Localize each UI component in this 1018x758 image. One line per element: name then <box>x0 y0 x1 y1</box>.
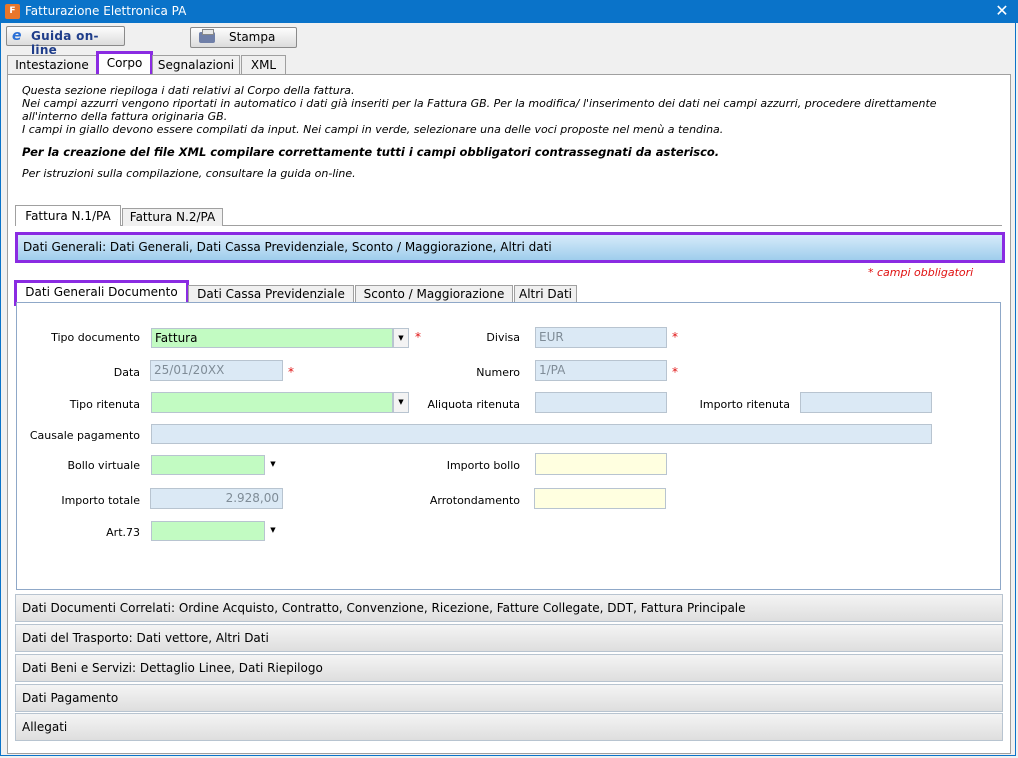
tab-dati-cassa-previdenziale[interactable]: Dati Cassa Previdenziale <box>188 285 354 303</box>
allegati-section[interactable]: Allegati <box>15 713 1003 741</box>
importo-bollo-input[interactable] <box>535 453 667 475</box>
chevron-down-icon[interactable]: ▼ <box>265 521 281 541</box>
importo-ritenuta-label: Importo ritenuta <box>699 398 790 411</box>
tab-segnalazioni[interactable]: Segnalazioni <box>152 55 240 74</box>
aliquota-ritenuta-label: Aliquota ritenuta <box>427 398 520 411</box>
required-star: * <box>672 330 678 344</box>
causale-pagamento-field <box>151 424 932 444</box>
info-line-4: I campi in giallo devono essere compilat… <box>22 123 724 136</box>
tab-dati-generali-documento[interactable]: Dati Generali Documento <box>14 280 189 306</box>
divisa-label: Divisa <box>486 331 520 344</box>
numero-label: Numero <box>476 366 520 379</box>
tipo-documento-label: Tipo documento <box>51 331 140 344</box>
aliquota-ritenuta-field <box>535 392 667 413</box>
bollo-virtuale-label: Bollo virtuale <box>67 459 140 472</box>
importo-totale-field: 2.928,00 <box>150 488 283 509</box>
data-label: Data <box>113 366 140 379</box>
tab-corpo[interactable]: Corpo <box>96 51 153 77</box>
dati-beni-servizi-section[interactable]: Dati Beni e Servizi: Dettaglio Linee, Da… <box>15 654 1003 682</box>
window-title: Fatturazione Elettronica PA <box>25 4 187 18</box>
dati-generali-header[interactable]: Dati Generali: Dati Generali, Dati Cassa… <box>15 232 1005 263</box>
tab-fattura-2[interactable]: Fattura N.2/PA <box>122 208 223 226</box>
info-line-1: Questa sezione riepiloga i dati relativi… <box>22 84 355 97</box>
info-line-3: all'interno della fattura originaria GB. <box>22 110 228 123</box>
stampa-label: Stampa <box>229 30 276 44</box>
causale-pagamento-label: Causale pagamento <box>29 429 140 442</box>
ie-icon: e <box>12 28 22 44</box>
info-line-2: Nei campi azzurri vengono riportati in a… <box>22 97 937 110</box>
importo-ritenuta-field <box>800 392 932 413</box>
printer-icon <box>199 29 215 43</box>
arrotondamento-label: Arrotondamento <box>429 494 520 507</box>
title-bar: F Fatturazione Elettronica PA ✕ <box>0 0 1018 23</box>
data-field: 25/01/20XX <box>150 360 283 381</box>
close-icon[interactable]: ✕ <box>993 1 1011 21</box>
app-logo-icon: F <box>5 4 20 19</box>
required-star: * <box>288 365 294 379</box>
arrotondamento-input[interactable] <box>534 488 666 509</box>
stampa-button[interactable]: Stampa <box>190 27 297 48</box>
art73-select[interactable] <box>151 521 265 541</box>
numero-field: 1/PA <box>535 360 667 381</box>
required-star: * <box>415 330 421 344</box>
chevron-down-icon[interactable]: ▼ <box>265 455 281 475</box>
importo-totale-label: Importo totale <box>61 494 140 507</box>
required-note: * campi obbligatori <box>868 266 974 279</box>
chevron-down-icon[interactable]: ▼ <box>393 392 409 413</box>
divisa-field: EUR <box>535 327 667 348</box>
dati-trasporto-section[interactable]: Dati del Trasporto: Dati vettore, Altri … <box>15 624 1003 652</box>
bollo-virtuale-select[interactable] <box>151 455 265 475</box>
tab-fattura-1[interactable]: Fattura N.1/PA <box>15 205 121 226</box>
importo-bollo-label: Importo bollo <box>446 459 520 472</box>
tipo-ritenuta-select[interactable] <box>151 392 393 413</box>
chevron-down-icon[interactable]: ▼ <box>393 328 409 348</box>
tab-altri-dati[interactable]: Altri Dati <box>514 285 577 303</box>
dati-pagamento-section[interactable]: Dati Pagamento <box>15 684 1003 712</box>
tipo-documento-select[interactable]: Fattura <box>151 328 393 348</box>
tab-xml[interactable]: XML <box>241 55 286 74</box>
info-guide-line: Per istruzioni sulla compilazione, consu… <box>22 167 356 180</box>
info-bold-line: Per la creazione del file XML compilare … <box>22 145 720 159</box>
guida-online-button[interactable]: e Guida on-line <box>6 26 125 57</box>
tab-intestazione[interactable]: Intestazione <box>7 55 97 74</box>
required-star: * <box>672 365 678 379</box>
dati-documenti-correlati-section[interactable]: Dati Documenti Correlati: Ordine Acquist… <box>15 594 1003 622</box>
tipo-ritenuta-label: Tipo ritenuta <box>69 398 140 411</box>
tab-sconto-maggiorazione[interactable]: Sconto / Maggiorazione <box>355 285 513 303</box>
art73-label: Art.73 <box>106 526 140 539</box>
